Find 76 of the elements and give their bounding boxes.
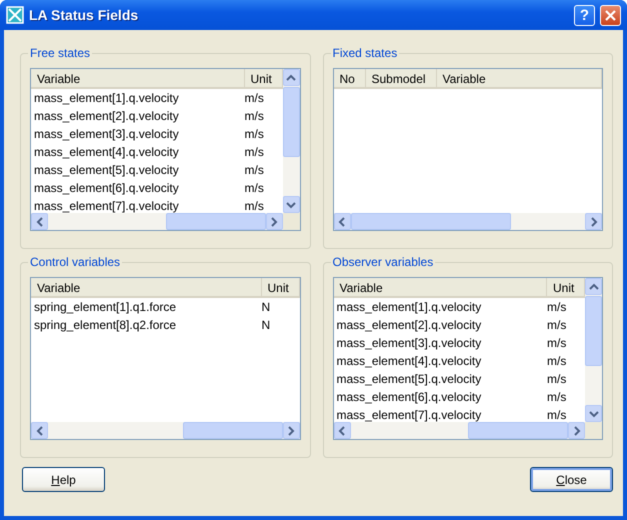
- horizontal-scrollbar[interactable]: [31, 213, 282, 230]
- table-cell-text: mass_element[5].q.velocity: [336, 372, 482, 386]
- scrollbar-thumb[interactable]: [585, 296, 602, 366]
- vertical-scrollbar[interactable]: [282, 69, 300, 213]
- scroll-left-button[interactable]: [334, 213, 350, 230]
- table-cell-text: mass_element[3].q.velocity: [33, 127, 180, 141]
- horizontal-scrollbar[interactable]: [334, 213, 602, 230]
- scrollbar-corner: [282, 213, 300, 230]
- column-header[interactable]: Unit: [262, 278, 300, 298]
- table-cell-text: mass_element[6].q.velocity: [33, 181, 180, 195]
- table-cell-text: mass_element[1].q.velocity: [33, 91, 180, 105]
- group-title: Fixed states: [332, 46, 398, 60]
- table-cell-text: N: [262, 318, 272, 332]
- group-title: Free states: [29, 46, 92, 60]
- scroll-up-button[interactable]: [282, 69, 300, 86]
- scrollbar-thumb[interactable]: [350, 213, 510, 230]
- table-cell-text: m/s: [547, 300, 568, 314]
- horizontal-scrollbar[interactable]: [31, 422, 300, 439]
- column-header[interactable]: Submodel: [366, 69, 436, 89]
- table-cell-text: m/s: [547, 390, 568, 404]
- table-cell-text: mass_element[4].q.velocity: [336, 354, 482, 368]
- help-button[interactable]: ?: [574, 4, 595, 26]
- table-cell-text: m/s: [244, 91, 265, 105]
- table-cell-text: m/s: [244, 199, 265, 213]
- table-cell-text: spring_element[1].q1.force: [33, 300, 178, 314]
- scroll-left-button[interactable]: [31, 422, 48, 439]
- table-cell-text: m/s: [547, 372, 568, 386]
- scroll-right-button[interactable]: [585, 213, 602, 230]
- dialog-button[interactable]: Close: [530, 467, 613, 492]
- table-cell-text: mass_element[4].q.velocity: [33, 145, 180, 159]
- table-cell-text: mass_element[5].q.velocity: [33, 163, 180, 177]
- scroll-left-button[interactable]: [334, 422, 350, 439]
- scroll-left-button[interactable]: [31, 213, 48, 230]
- dialog-button[interactable]: Help: [22, 467, 105, 492]
- table-cell-text: m/s: [244, 181, 265, 195]
- table-cell-text: mass_element[6].q.velocity: [336, 390, 482, 404]
- window-title: LA Status Fields: [29, 7, 140, 23]
- table-cell-text: m/s: [547, 408, 568, 422]
- table-cell-text: spring_element[8].q2.force: [33, 318, 178, 332]
- table-cell-text: mass_element[7].q.velocity: [336, 408, 482, 422]
- close-icon: [605, 10, 616, 20]
- horizontal-scrollbar[interactable]: [334, 422, 585, 439]
- column-header[interactable]: Variable: [436, 69, 602, 89]
- column-header[interactable]: Variable: [334, 278, 547, 298]
- table-cell-text: m/s: [244, 163, 265, 177]
- table-cell-text: mass_element[1].q.velocity: [336, 300, 482, 314]
- column-header[interactable]: Variable: [31, 69, 244, 89]
- vertical-scrollbar[interactable]: [585, 278, 602, 422]
- table-cell-text: mass_element[3].q.velocity: [336, 336, 482, 350]
- scrollbar-thumb[interactable]: [182, 422, 282, 439]
- scrollbar-corner: [585, 422, 602, 439]
- close-button[interactable]: [600, 4, 621, 26]
- app-icon: [6, 6, 24, 24]
- table-cell-text: mass_element[2].q.velocity: [336, 318, 482, 332]
- table-cell-text: m/s: [244, 145, 265, 159]
- scroll-right-button[interactable]: [568, 422, 585, 439]
- scroll-down-button[interactable]: [282, 196, 300, 213]
- scroll-up-button[interactable]: [585, 278, 602, 295]
- scrollbar-thumb[interactable]: [468, 422, 568, 439]
- scrollbar-thumb[interactable]: [282, 87, 300, 157]
- table-cell-text: mass_element[7].q.velocity: [33, 199, 180, 213]
- scroll-down-button[interactable]: [585, 405, 602, 422]
- scroll-right-button[interactable]: [266, 213, 282, 230]
- table-cell-text: m/s: [547, 354, 568, 368]
- group-title: Observer variables: [332, 255, 434, 269]
- scroll-right-button[interactable]: [282, 422, 300, 439]
- table-cell-text: N: [262, 300, 272, 314]
- table-cell-text: m/s: [547, 318, 568, 332]
- table-cell-text: m/s: [244, 127, 265, 141]
- scrollbar-thumb[interactable]: [166, 213, 266, 230]
- table-cell-text: m/s: [547, 336, 568, 350]
- column-header[interactable]: Variable: [31, 278, 262, 298]
- group-title: Control variables: [29, 255, 122, 269]
- table-cell-text: mass_element[2].q.velocity: [33, 109, 180, 123]
- table-cell-text: m/s: [244, 109, 265, 123]
- column-header[interactable]: No: [334, 69, 366, 89]
